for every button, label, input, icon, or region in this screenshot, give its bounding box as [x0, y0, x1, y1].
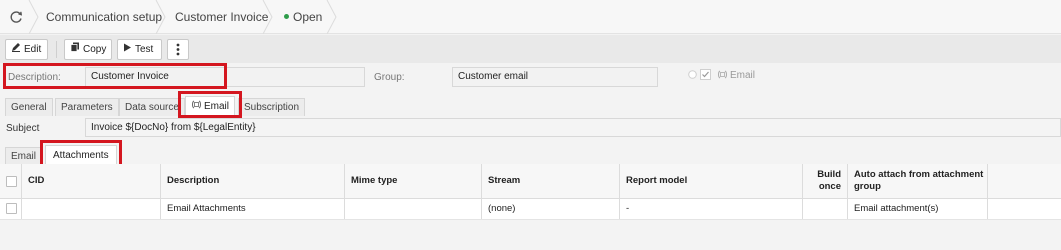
test-button[interactable]: Test [117, 39, 162, 60]
cell-auto-attach[interactable]: Email attachment(s) [848, 199, 988, 219]
breadcrumb: Communication setup Customer Invoice Ope… [0, 0, 1061, 34]
toolbar: Edit Copy Test [0, 35, 1061, 63]
tab-general[interactable]: General [5, 98, 53, 116]
chevron-right-icon [155, 0, 167, 34]
column-header-description[interactable]: Description [161, 164, 345, 198]
cell-description[interactable]: Email Attachments [161, 199, 345, 219]
radio-icon[interactable] [688, 70, 697, 82]
play-icon [123, 40, 132, 59]
column-header-report-model[interactable]: Report model [620, 164, 803, 198]
copy-label: Copy [83, 44, 107, 56]
pencil-icon [11, 40, 21, 59]
cell-report-model[interactable]: - [620, 199, 803, 219]
chevron-right-icon [28, 0, 40, 34]
tab-parameters[interactable]: Parameters [55, 98, 119, 116]
highlight-box-email-tab [178, 91, 242, 118]
tab-data-source[interactable]: Data source [119, 98, 185, 116]
breadcrumb-item-communication-setup[interactable]: Communication setup [46, 0, 162, 34]
edit-button[interactable]: Edit [5, 39, 48, 60]
copy-button[interactable]: Copy [64, 39, 112, 60]
tab-subscription[interactable]: Subscription [238, 98, 306, 116]
cell-stream[interactable]: (none) [482, 199, 620, 219]
group-field[interactable]: Customer email [452, 67, 658, 87]
row-select-cell [0, 199, 22, 219]
select-all-checkbox[interactable] [6, 176, 17, 187]
vertical-ellipsis-icon [176, 43, 180, 56]
edit-label: Edit [24, 44, 42, 56]
toolbar-divider [56, 41, 57, 58]
column-header-auto-attach[interactable]: Auto attach from attachment group [848, 164, 988, 198]
column-header-cid[interactable]: CID [22, 164, 161, 198]
cell-cid[interactable] [22, 199, 161, 219]
test-label: Test [135, 44, 154, 56]
highlight-box-description [3, 63, 227, 89]
refresh-icon[interactable] [8, 9, 24, 25]
column-header-stream[interactable]: Stream [482, 164, 620, 198]
cell-mime-type[interactable] [345, 199, 482, 219]
subject-field[interactable]: Invoice ${DocNo} from ${LegalEntity} [85, 118, 1061, 137]
column-header-mime-type[interactable]: Mime type [345, 164, 482, 198]
subject-label: Subject [6, 123, 40, 134]
column-header-filler [988, 164, 1061, 198]
group-label: Group: [374, 72, 405, 83]
subtab-email[interactable]: Email [5, 147, 43, 165]
chevron-right-icon [262, 0, 274, 34]
cell-filler [988, 199, 1061, 219]
more-options-button[interactable] [167, 39, 189, 60]
select-all-cell [0, 164, 22, 198]
email-glyph-icon [717, 70, 728, 82]
copy-icon [70, 40, 80, 59]
header-divider [0, 198, 1061, 199]
email-checkbox[interactable] [700, 69, 711, 83]
email-check-label: Email [730, 70, 756, 81]
status-text: Open [293, 10, 323, 24]
column-header-build-once[interactable]: Build once [803, 164, 848, 198]
status-dot-icon [284, 14, 289, 20]
chevron-right-icon [326, 0, 338, 34]
cell-build-once[interactable] [803, 199, 848, 219]
row-checkbox[interactable] [6, 203, 17, 214]
status-badge: Open [284, 0, 322, 34]
breadcrumb-item-customer-invoice[interactable]: Customer Invoice [175, 0, 268, 34]
row-divider [0, 219, 1061, 220]
